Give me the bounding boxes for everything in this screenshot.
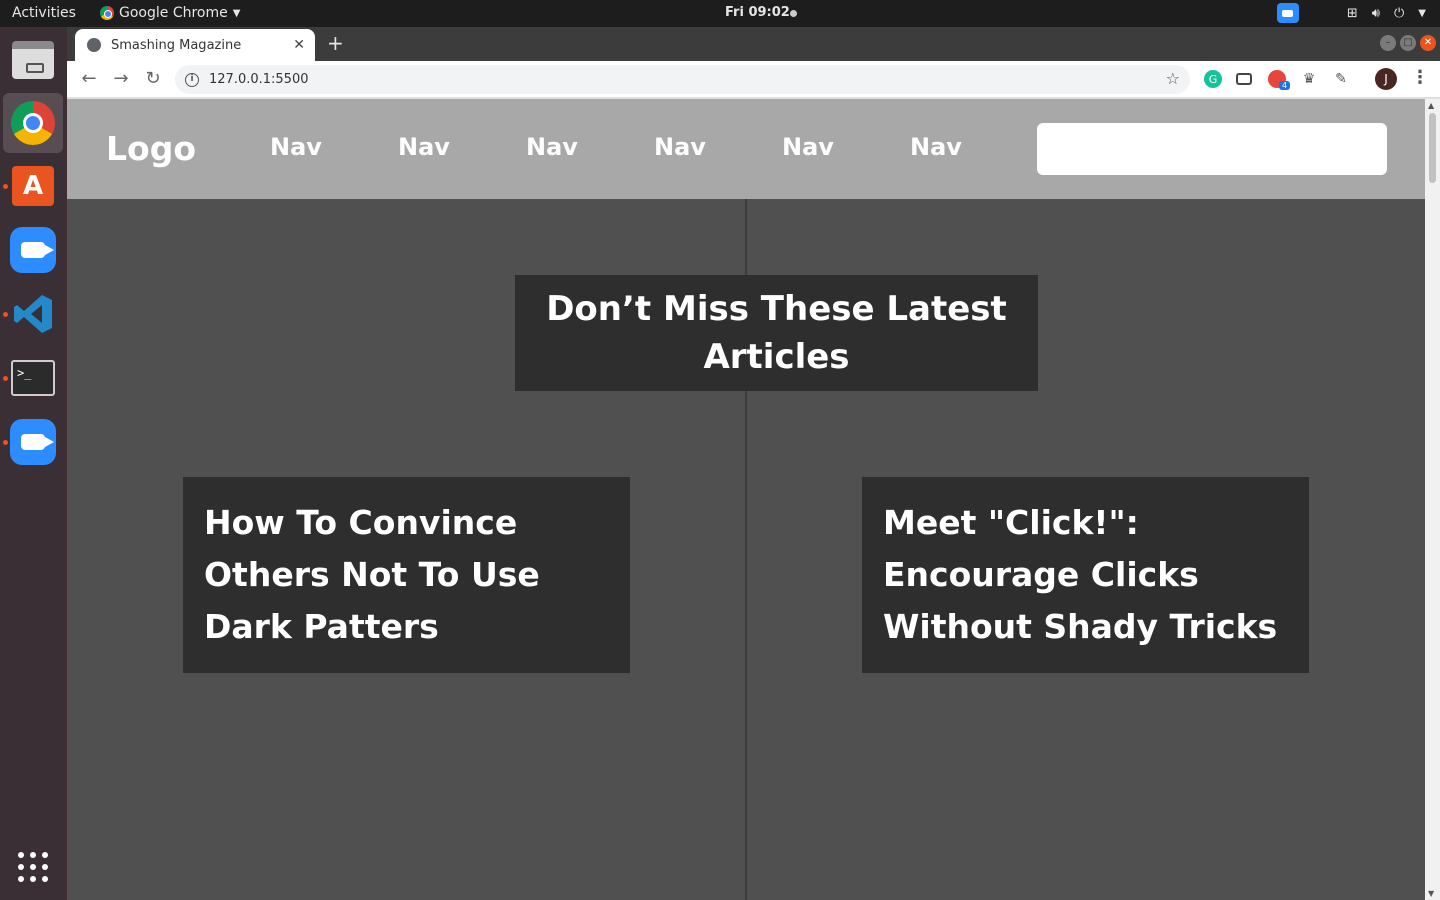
show-applications-button[interactable] <box>8 842 58 892</box>
scroll-thumb[interactable] <box>1429 113 1436 183</box>
bookmark-star-icon[interactable]: ☆ <box>1166 69 1180 88</box>
article-card-1[interactable]: How To Convince Others Not To Use Dark P… <box>183 477 630 673</box>
site-logo[interactable]: Logo <box>106 129 196 168</box>
dock: A >_ <box>0 27 67 900</box>
dock-vscode[interactable] <box>8 289 58 339</box>
chrome-icon <box>11 101 55 145</box>
software-store-icon: A <box>12 166 54 206</box>
forward-button[interactable]: → <box>109 67 133 91</box>
scroll-up-arrow-icon[interactable]: ▲ <box>1428 101 1434 110</box>
profile-avatar[interactable]: J <box>1375 68 1397 90</box>
search-input[interactable] <box>1037 123 1387 175</box>
chevron-down-icon[interactable]: ▼ <box>1418 8 1426 19</box>
window-controls: – □ ✕ <box>1380 35 1436 51</box>
grammarly-icon[interactable]: G <box>1204 70 1222 88</box>
clock[interactable]: Fri 09:02 <box>725 5 790 20</box>
scroll-down-arrow-icon[interactable]: ▼ <box>1428 889 1434 898</box>
dock-zoom[interactable] <box>8 225 58 275</box>
browser-toolbar: ← → ↻ i 127.0.0.1:5500 ☆ G 4 ♛ ✎ J ⋮ <box>67 61 1440 98</box>
article-card-2[interactable]: Meet "Click!": Encourage Clicks Without … <box>862 477 1309 673</box>
files-icon <box>12 41 54 79</box>
minimize-button[interactable]: – <box>1380 35 1396 51</box>
apps-grid-icon <box>18 852 48 882</box>
tab-smashing-magazine[interactable]: Smashing Magazine ✕ <box>75 29 315 61</box>
crown-extension-icon[interactable]: ♛ <box>1300 70 1318 88</box>
zoom-icon <box>10 419 56 465</box>
address-bar[interactable]: i 127.0.0.1:5500 ☆ <box>175 65 1190 94</box>
eyedropper-icon[interactable]: ✎ <box>1332 70 1350 88</box>
reload-button[interactable]: ↻ <box>141 67 165 91</box>
new-tab-button[interactable]: + <box>327 31 344 55</box>
picture-in-picture-icon[interactable] <box>1236 73 1252 85</box>
volume-icon[interactable]: 🔊︎ <box>1372 6 1380 21</box>
system-top-bar: Activities Google Chrome ▼ Fri 09:02 ⊞ 🔊… <box>0 0 1440 27</box>
dock-chrome[interactable] <box>3 93 63 153</box>
latest-articles-heading: Don’t Miss These Latest Articles <box>515 275 1038 391</box>
dock-terminal[interactable]: >_ <box>8 353 58 403</box>
app-menu-label: Google Chrome <box>119 5 228 21</box>
close-icon[interactable]: ✕ <box>293 37 305 53</box>
nav-link-6[interactable]: Nav <box>910 133 962 161</box>
chrome-window: Smashing Magazine ✕ + – □ ✕ ← → ↻ i 127.… <box>67 27 1440 900</box>
nav-link-2[interactable]: Nav <box>398 133 450 161</box>
url-text: 127.0.0.1:5500 <box>209 72 309 87</box>
nav-link-5[interactable]: Nav <box>782 133 834 161</box>
page-viewport: Logo Nav Nav Nav Nav Nav Nav Don’t Miss … <box>67 99 1425 900</box>
network-icon[interactable]: ⊞ <box>1347 6 1358 21</box>
close-window-button[interactable]: ✕ <box>1420 35 1436 51</box>
globe-icon <box>87 38 101 52</box>
chrome-icon <box>100 6 114 20</box>
more-menu-icon[interactable]: ⋮ <box>1411 67 1429 88</box>
system-tray[interactable]: ⊞ 🔊︎ ⏻ ▼ <box>1276 3 1426 23</box>
chevron-down-icon: ▼ <box>232 7 241 19</box>
zoom-icon <box>10 227 56 273</box>
nav-link-4[interactable]: Nav <box>654 133 706 161</box>
dock-files[interactable] <box>8 35 58 85</box>
nav-link-1[interactable]: Nav <box>270 133 322 161</box>
nav-link-3[interactable]: Nav <box>526 133 578 161</box>
vscode-icon <box>14 295 52 333</box>
dock-ubuntu-software[interactable]: A <box>8 161 58 211</box>
app-menu[interactable]: Google Chrome ▼ <box>100 5 240 21</box>
notification-dot-icon <box>790 10 797 17</box>
dock-zoom-2[interactable] <box>8 417 58 467</box>
maximize-button[interactable]: □ <box>1400 35 1416 51</box>
back-button[interactable]: ← <box>77 67 101 91</box>
tab-title: Smashing Magazine <box>111 37 242 53</box>
activities-button[interactable]: Activities <box>12 5 76 21</box>
tab-strip: Smashing Magazine ✕ + – □ ✕ <box>67 27 1440 61</box>
power-icon[interactable]: ⏻ <box>1394 6 1404 21</box>
zoom-tray-icon[interactable] <box>1276 3 1299 23</box>
page-scrollbar[interactable]: ▲ ▼ <box>1425 99 1440 900</box>
terminal-icon: >_ <box>11 360 55 396</box>
info-icon[interactable]: i <box>185 72 199 87</box>
site-header: Logo Nav Nav Nav Nav Nav Nav <box>67 99 1425 199</box>
extension-badge: 4 <box>1279 81 1291 90</box>
